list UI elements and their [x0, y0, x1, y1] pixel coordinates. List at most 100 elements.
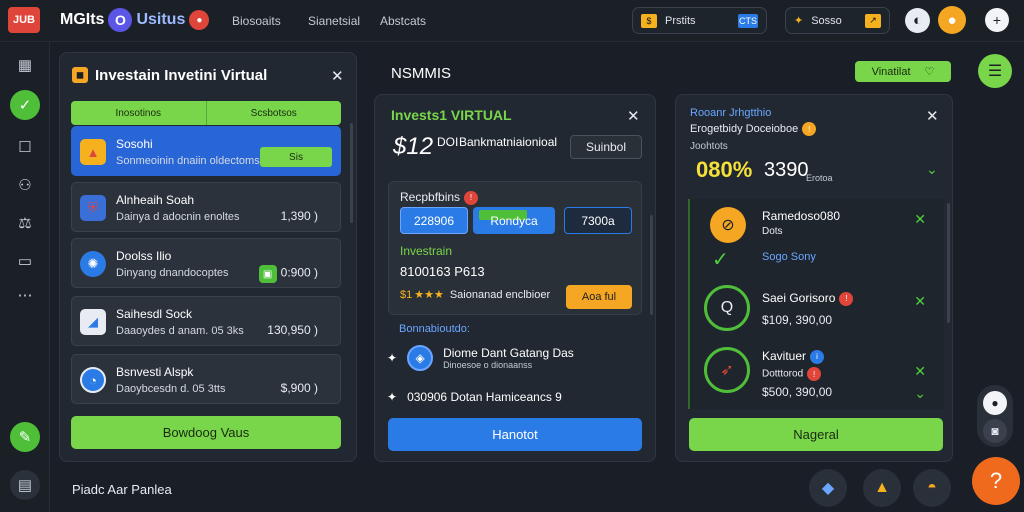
brand-name[interactable]: MGIts O Usitus ● — [60, 8, 210, 32]
list-item[interactable]: ◔ Bsnvesti Alspk Daoybcesdn d. 05 3tts $… — [71, 354, 341, 404]
tab-scoreboard[interactable]: Scsbotsos — [205, 101, 342, 125]
wrench-icon[interactable]: ✎ — [10, 422, 40, 452]
list-item[interactable]: ▲ Sosohi Sonmeoinin dnaiin oldectoms Sis — [71, 126, 341, 176]
app-logo[interactable]: JUB — [8, 7, 40, 33]
ranking-panel: Rooanr Jrhgtthio Erogetbidy Doceioboe! ✕… — [675, 94, 953, 462]
close-icon[interactable]: ✕ — [331, 67, 344, 85]
bag-icon[interactable]: ◆ — [809, 469, 847, 507]
primary-button[interactable]: Hanotot — [388, 418, 642, 451]
check-icon: ✓ — [712, 249, 729, 271]
tab-investments[interactable]: Inosotinos — [71, 101, 206, 125]
nav-link-1[interactable]: Biosoaits — [232, 14, 281, 28]
remove-icon[interactable]: ✕ — [914, 363, 926, 380]
add-fund-button[interactable]: Aoa ful — [566, 285, 632, 309]
gamepad-icon[interactable]: ◓ — [913, 469, 951, 507]
rewards-pill[interactable]: ✦ Sosso ↗ — [785, 7, 890, 34]
balance-label: Bankmatniaionioal — [459, 135, 558, 149]
entry-sub: Dotttorod! — [762, 367, 822, 381]
item-action-button[interactable]: Sis — [260, 147, 332, 167]
panel-title: Invests1 VIRTUAL — [391, 107, 512, 123]
investments-panel: ◼ Investain Invetini Virtual ✕ Inosotino… — [59, 52, 357, 462]
remove-icon[interactable]: ✕ — [914, 293, 926, 310]
virtual-panel: Invests1 VIRTUAL ✕ $12 DOI Bankmatniaion… — [374, 94, 656, 462]
q-ring-icon: Q — [704, 285, 750, 331]
camera-icon[interactable]: ◙ — [983, 419, 1007, 443]
lock-icon[interactable]: ▲ — [863, 469, 901, 507]
item-value: $,900 ) — [280, 381, 318, 395]
sidebar: ▦ ✓ ☐ ⚇ ⚖ ▭ ⋯ ✎ ▤ — [0, 42, 50, 512]
scrollbar[interactable] — [650, 215, 653, 315]
brand-circle-icon: O — [108, 8, 133, 32]
brand-text-2: Usitus — [136, 11, 186, 28]
coin-icon: $ — [641, 13, 657, 28]
help-icon[interactable]: ? — [972, 457, 1020, 505]
chip-value-2[interactable]: Rondyca — [473, 207, 555, 234]
trophy-icon: ✦ — [794, 15, 804, 27]
chip-value-1[interactable]: 228906 — [400, 207, 468, 234]
rocket-icon: ➶ — [704, 347, 750, 393]
close-icon[interactable]: ✕ — [926, 107, 939, 125]
section-heading: NSMMIS — [391, 65, 451, 82]
document-icon[interactable]: ▤ — [10, 470, 40, 500]
entry-value: $500, 390,00 — [762, 385, 833, 399]
entry-sub-text: Dotttorod — [762, 368, 804, 380]
chevron-down-icon[interactable]: ⌄ — [926, 161, 938, 178]
item-value: 130,950 ) — [267, 323, 318, 337]
user-icon[interactable]: ⚇ — [10, 170, 40, 200]
card-title-text: Recpbfbins — [400, 190, 461, 204]
percent-value: 080% — [696, 157, 753, 182]
info-icon: i — [810, 349, 825, 364]
scales-icon[interactable]: ⚖ — [10, 208, 40, 238]
list-item[interactable]: ✺ Doolss Ilio Dinyang dnandocoptes ▣ 0:90… — [71, 238, 341, 288]
value-icon: ▣ — [258, 265, 277, 283]
list-item[interactable]: ◢ Saihesdl Sock Daaoydes d anam. 05 3ks … — [71, 296, 341, 346]
prices-pill[interactable]: $ Prstits CTS — [632, 7, 767, 34]
menu-icon[interactable]: ☰ — [978, 54, 1012, 88]
investment-label: Investrain — [400, 244, 453, 258]
chip-value-3[interactable]: 7300a — [564, 207, 632, 234]
chevron-down-icon[interactable]: ⌄ — [914, 385, 926, 402]
entry-name-text: Kavituer — [762, 349, 807, 363]
entry-sub-2: Sogo Sony — [762, 251, 816, 263]
item-name: Bsnvesti Alspk — [116, 365, 194, 379]
scrollbar[interactable] — [947, 203, 950, 323]
list-item[interactable]: ✦ ◈ Diome Dant Gatang Das Dinoesoe o dio… — [387, 345, 574, 371]
primary-button[interactable]: Bowdoog Vaus — [71, 416, 341, 449]
monitor-icon[interactable]: ▭ — [10, 246, 40, 276]
square-icon[interactable]: ☐ — [10, 132, 40, 162]
list-item[interactable]: ⛨ Alnheaih Soah Dainya d adocnin enoltes… — [71, 182, 341, 232]
nav-link-2[interactable]: Sianetsial — [308, 14, 360, 28]
vinatilat-button[interactable]: Vinatilat ♡ — [855, 61, 951, 82]
nav-link-3[interactable]: Abstcats — [380, 14, 426, 28]
floating-toolbar: ● ◙ — [977, 385, 1013, 447]
add-icon[interactable]: + — [985, 8, 1009, 32]
submit-button[interactable]: Suinbol — [570, 135, 642, 159]
chip-label-2: Rondyca — [490, 213, 538, 228]
list-item[interactable]: ✦ 030906 Dotan Hamiceancs 9 — [387, 390, 562, 404]
alert-icon: ! — [464, 190, 479, 205]
entry-name-text: Saei Gorisoro — [762, 291, 836, 305]
remove-icon[interactable]: ✕ — [914, 211, 926, 228]
stock-logo-icon: ▲ — [80, 139, 106, 165]
item-subtitle: Dinyang dnandocoptes — [116, 267, 229, 279]
section-label: Bonnabioutdo: — [399, 323, 470, 335]
avatar[interactable]: ● — [938, 6, 966, 34]
grid-icon[interactable]: ▦ — [10, 50, 40, 80]
shield-icon: ⛨ — [80, 195, 106, 221]
chat-icon[interactable]: ◐ — [905, 8, 930, 33]
item-name: Sosohi — [116, 137, 153, 151]
primary-button[interactable]: Nageral — [689, 418, 943, 451]
chat-icon[interactable]: ● — [983, 391, 1007, 415]
star-icon: ★★★ — [414, 289, 444, 301]
alert-icon: ! — [839, 291, 854, 306]
scrollbar[interactable] — [350, 123, 353, 223]
check-icon[interactable]: ✓ — [10, 90, 40, 120]
more-icon[interactable]: ⋯ — [10, 280, 40, 310]
count-value: 3390 — [764, 159, 809, 181]
item-name: Alnheaih Soah — [116, 193, 195, 207]
info-icon: ! — [802, 122, 817, 136]
item-subtitle: Sonmeoinin dnaiin oldectoms — [116, 155, 260, 167]
ranking-list: ⊘ Ramedoso080 Dots ✓ Sogo Sony ✕ Q Saei … — [688, 199, 944, 409]
item-subtitle: Daoybcesdn d. 05 3tts — [116, 383, 226, 395]
close-icon[interactable]: ✕ — [627, 107, 640, 125]
